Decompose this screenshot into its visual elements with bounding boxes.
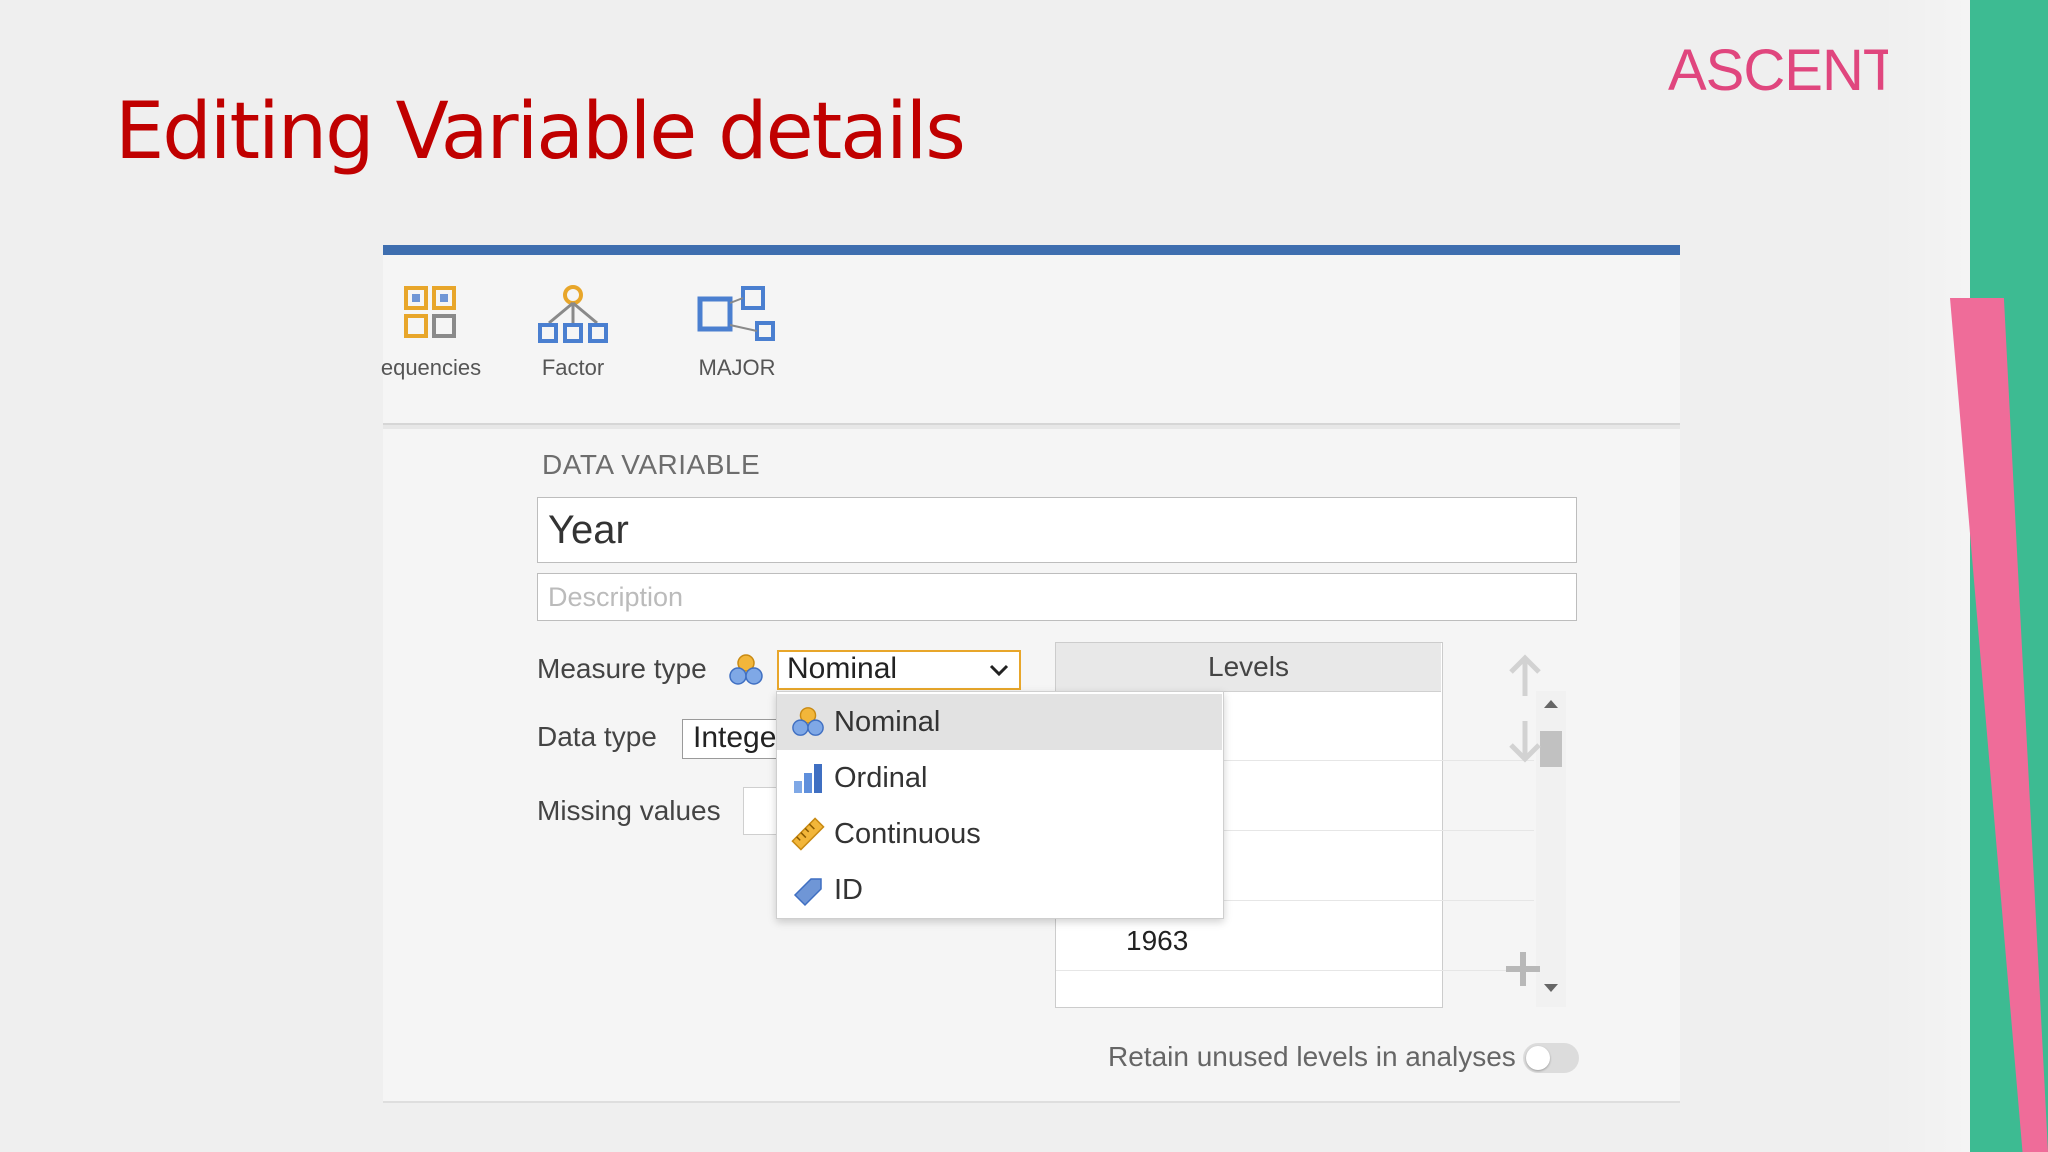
measure-type-select[interactable]: Nominal xyxy=(777,650,1021,690)
dropdown-option-ordinal[interactable]: Ordinal xyxy=(777,750,1222,806)
variable-name-field[interactable]: Year xyxy=(537,497,1577,563)
decorative-shadow xyxy=(1880,0,1980,1152)
dropdown-option-nominal[interactable]: Nominal xyxy=(777,694,1222,750)
toolbar-item-label: Factor xyxy=(541,355,605,380)
section-label: DATA VARIABLE xyxy=(542,449,761,480)
measure-type-dropdown: Nominal Ordinal Continuous ID xyxy=(776,691,1224,919)
measure-type-value: Nominal xyxy=(787,652,898,685)
missing-values-label: Missing values xyxy=(537,795,721,826)
scroll-up-icon[interactable] xyxy=(1543,699,1559,709)
app-top-accent-bar xyxy=(383,245,1680,255)
slide: Editing Variable details ASCENT equencie… xyxy=(0,0,2048,1152)
continuous-ruler-icon xyxy=(791,817,825,851)
move-up-arrow-icon[interactable] xyxy=(1507,654,1543,698)
levels-header: Levels xyxy=(1056,643,1441,692)
frequencies-grid-icon xyxy=(404,286,456,338)
add-level-plus-icon[interactable] xyxy=(1503,949,1543,989)
level-value: 1963 xyxy=(1126,925,1189,956)
dropdown-option-label: Continuous xyxy=(834,818,981,850)
nominal-circles-icon xyxy=(729,654,763,685)
dropdown-option-id[interactable]: ID xyxy=(777,862,1222,918)
dropdown-option-label: Nominal xyxy=(834,706,941,738)
toolbar-item-label: equencies xyxy=(380,355,482,380)
scroll-down-icon[interactable] xyxy=(1543,983,1559,993)
move-down-arrow-icon[interactable] xyxy=(1507,719,1543,763)
retain-unused-levels-label: Retain unused levels in analyses xyxy=(1108,1041,1516,1072)
major-squares-icon xyxy=(697,286,775,341)
svg-text:ASCENT: ASCENT xyxy=(1668,38,1888,102)
scroll-thumb[interactable] xyxy=(1540,731,1562,767)
ascent-logo: ASCENT xyxy=(1668,38,1888,102)
factor-tree-icon xyxy=(538,285,608,343)
nominal-circles-icon xyxy=(792,707,824,736)
retain-unused-levels-toggle[interactable] xyxy=(1523,1043,1579,1073)
data-type-label: Data type xyxy=(537,721,657,752)
toggle-knob xyxy=(1526,1046,1550,1070)
toolbar-item-label: MAJOR xyxy=(698,355,776,380)
ordinal-bars-icon xyxy=(794,764,822,793)
dropdown-option-continuous[interactable]: Continuous xyxy=(777,806,1222,862)
slide-title: Editing Variable details xyxy=(115,87,966,177)
app-screenshot-panel: equencies Factor MAJOR DATA VARIABLE Yea… xyxy=(381,245,1680,1103)
dropdown-option-label: ID xyxy=(834,874,863,906)
measure-type-label: Measure type xyxy=(537,653,707,684)
dropdown-option-label: Ordinal xyxy=(834,762,928,794)
chevron-down-icon xyxy=(989,664,1009,677)
id-tag-icon xyxy=(793,878,822,907)
description-field[interactable]: Description xyxy=(537,573,1577,621)
variable-editor: DATA VARIABLE Year Description Measure t… xyxy=(383,429,1680,1103)
